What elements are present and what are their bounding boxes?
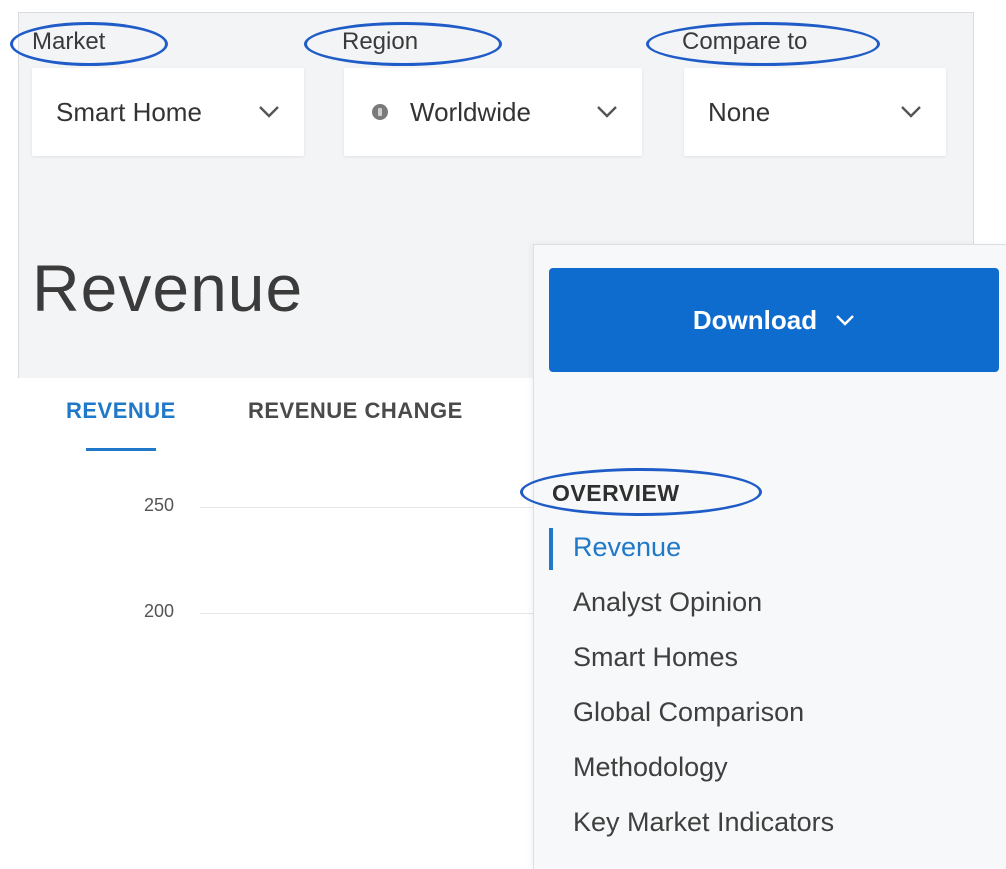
tab-revenue[interactable]: REVENUE bbox=[66, 398, 176, 424]
market-select-value: Smart Home bbox=[56, 96, 202, 127]
region-select[interactable]: Worldwide bbox=[344, 68, 642, 156]
nav-item-revenue[interactable]: Revenue bbox=[573, 532, 681, 563]
chevron-down-icon bbox=[835, 314, 855, 326]
market-select[interactable]: Smart Home bbox=[32, 68, 304, 156]
nav-item-global-comparison[interactable]: Global Comparison bbox=[573, 697, 804, 728]
compare-to-select-value: None bbox=[708, 96, 771, 127]
region-label: Region bbox=[342, 28, 419, 55]
y-axis-tick-label: 200 bbox=[143, 601, 174, 621]
chevron-down-icon bbox=[596, 105, 618, 119]
tab-revenue-change[interactable]: REVENUE CHANGE bbox=[248, 398, 463, 424]
region-select-value: Worldwide bbox=[410, 96, 531, 127]
market-label: Market bbox=[32, 28, 106, 55]
download-button[interactable]: Download bbox=[549, 268, 999, 372]
y-axis-tick-label: 250 bbox=[143, 495, 174, 515]
chevron-down-icon bbox=[900, 105, 922, 119]
overview-heading: OVERVIEW bbox=[552, 480, 680, 506]
nav-item-smart-homes[interactable]: Smart Homes bbox=[573, 642, 738, 673]
nav-item-key-market-indicators[interactable]: Key Market Indicators bbox=[573, 807, 834, 838]
active-nav-indicator bbox=[549, 528, 553, 570]
compare-to-label: Compare to bbox=[682, 28, 808, 55]
nav-item-methodology[interactable]: Methodology bbox=[573, 752, 728, 783]
page-title: Revenue bbox=[32, 251, 304, 325]
active-tab-indicator bbox=[86, 448, 156, 451]
grid-line bbox=[200, 507, 540, 508]
grid-line bbox=[200, 613, 540, 614]
compare-to-select[interactable]: None bbox=[684, 68, 946, 156]
download-button-label: Download bbox=[692, 304, 818, 335]
nav-item-analyst-opinion[interactable]: Analyst Opinion bbox=[573, 587, 762, 618]
globe-icon bbox=[372, 104, 388, 120]
chevron-down-icon bbox=[258, 105, 280, 119]
